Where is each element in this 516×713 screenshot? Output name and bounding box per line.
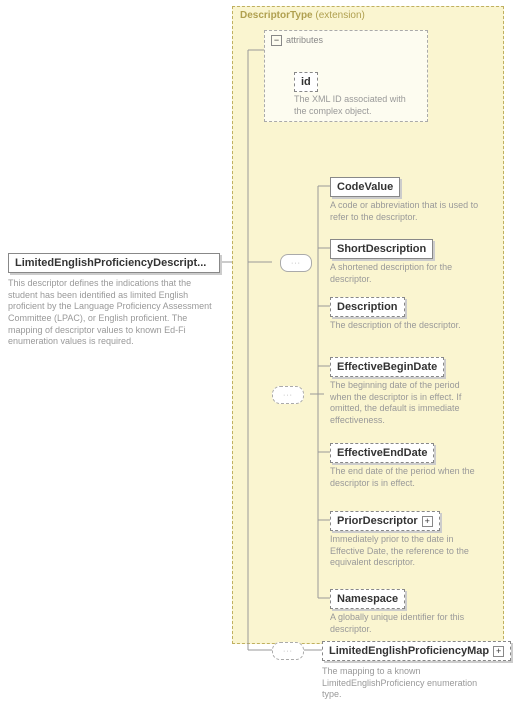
child-shortdescription-desc: A shortened description for the descript… xyxy=(330,262,480,285)
child-codevalue-desc: A code or abbreviation that is used to r… xyxy=(330,200,480,223)
expand-icon[interactable]: + xyxy=(422,516,433,527)
root-element[interactable]: LimitedEnglishProficiencyDescript... xyxy=(8,253,220,273)
outer-map[interactable]: LimitedEnglishProficiencyMap+ xyxy=(322,641,511,661)
child-codevalue[interactable]: CodeValue xyxy=(330,177,400,197)
child-effectiveenddate[interactable]: EffectiveEndDate xyxy=(330,443,434,463)
child-priordescriptor[interactable]: PriorDescriptor+ xyxy=(330,511,440,531)
child-shortdescription[interactable]: ShortDescription xyxy=(330,239,433,259)
map-sequence: ··· xyxy=(272,642,304,660)
child-description[interactable]: Description xyxy=(330,297,405,317)
child-namespace-desc: A globally unique identifier for this de… xyxy=(330,612,480,635)
root-desc: This descriptor defines the indications … xyxy=(8,278,218,348)
attr-id-desc: The XML ID associated with the complex o… xyxy=(294,94,420,117)
attr-id[interactable]: id xyxy=(294,72,318,92)
child-namespace[interactable]: Namespace xyxy=(330,589,405,609)
outer-sequence: ··· xyxy=(272,386,304,404)
expand-icon[interactable]: + xyxy=(493,646,504,657)
outer-map-desc: The mapping to a known LimitedEnglishPro… xyxy=(322,666,492,701)
child-description-desc: The description of the descriptor. xyxy=(330,320,480,332)
collapse-icon[interactable]: − xyxy=(271,35,282,46)
inner-sequence: ··· xyxy=(280,254,312,272)
child-priordescriptor-desc: Immediately prior to the date in Effecti… xyxy=(330,534,480,569)
child-effectiveenddate-desc: The end date of the period when the desc… xyxy=(330,466,480,489)
child-effectivebegindate[interactable]: EffectiveBeginDate xyxy=(330,357,444,377)
child-effectivebegindate-desc: The beginning date of the period when th… xyxy=(330,380,480,427)
